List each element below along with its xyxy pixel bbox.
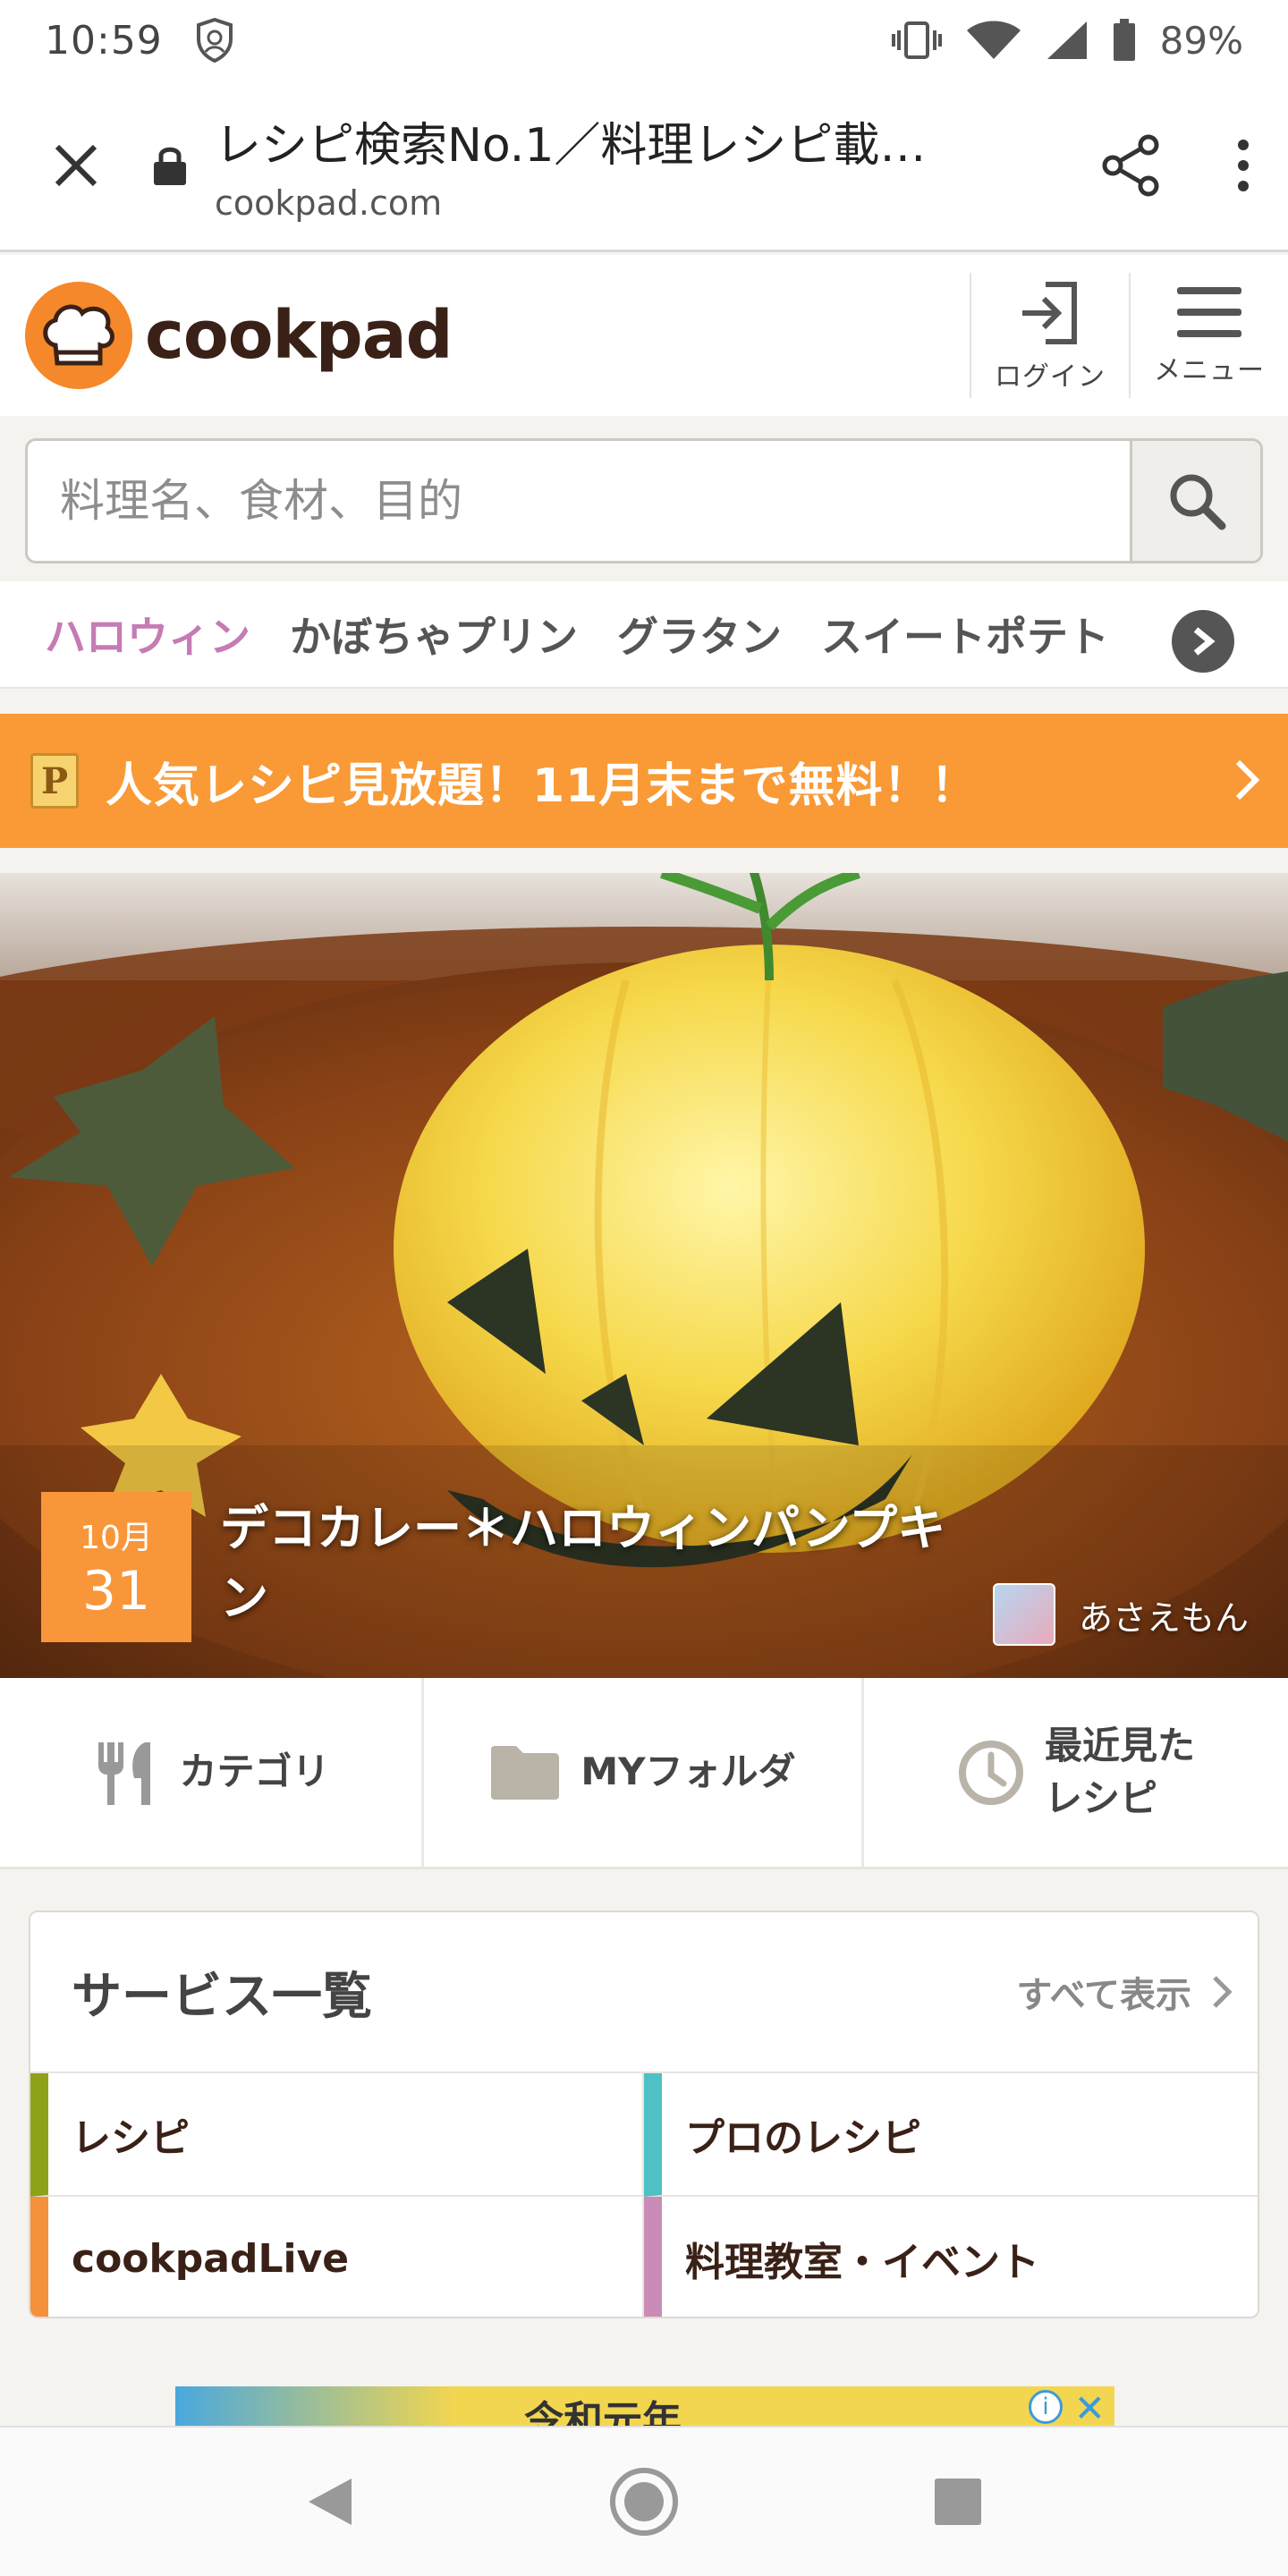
popular-keywords: ハロウィン かぼちゃプリン グラタン スイートポテト [0, 581, 1288, 689]
battery-percent: 89% [1159, 18, 1243, 63]
battery-icon [1113, 19, 1135, 61]
service-item-pro-recipe[interactable]: プロのレシピ [644, 2073, 1258, 2197]
search-button[interactable] [1130, 441, 1260, 561]
page-url: cookpad.com [215, 183, 443, 223]
date-day: 31 [81, 1560, 151, 1623]
search-bar [25, 438, 1263, 564]
more-options-button[interactable] [1199, 80, 1288, 251]
status-time: 10:59 [45, 17, 163, 64]
keyword-link[interactable]: スイートポテト [821, 605, 1109, 664]
service-label: cookpadLive [72, 2235, 350, 2282]
page-address[interactable]: レシピ検索No.1／料理レシピ載… cookpad.com [215, 107, 1064, 223]
service-label: レシピ [72, 2115, 190, 2161]
folder-icon [491, 1745, 560, 1800]
chevron-right-icon [1235, 759, 1260, 801]
services-title: サービス一覧 [72, 1967, 372, 2026]
services-panel: サービス一覧 すべて表示 レシピ プロのレシピ cookpadLive 料理教室… [29, 1911, 1259, 2318]
keywords-next-button[interactable] [1172, 610, 1234, 673]
logo-text: cookpad [145, 297, 453, 374]
avatar [992, 1583, 1055, 1646]
services-header: サービス一覧 すべて表示 [30, 1912, 1258, 2073]
fork-knife-icon [98, 1741, 151, 1805]
search-icon [1170, 474, 1225, 530]
chevron-right-icon [1193, 627, 1216, 656]
login-icon [1022, 282, 1077, 344]
search-input[interactable] [28, 441, 1130, 561]
wifi-icon [966, 21, 1021, 59]
vibrate-icon [891, 21, 942, 59]
share-button[interactable] [1064, 80, 1199, 251]
see-all-label: すべて表示 [1016, 1975, 1191, 2016]
ad-banner[interactable]: 令和元年 i ✕ [175, 2386, 1114, 2426]
service-label: 料理教室・イベント [685, 2240, 1039, 2285]
chef-hat-icon [25, 282, 132, 389]
ad-text: 令和元年 [524, 2398, 682, 2426]
my-folder-button[interactable]: MYフォルダ [424, 1678, 864, 1867]
service-label: プロのレシピ [685, 2115, 921, 2161]
ad-close-icon[interactable]: ✕ [1074, 2386, 1106, 2426]
back-icon[interactable] [305, 2475, 355, 2529]
recipe-author[interactable]: あさえもん [992, 1583, 1249, 1646]
featured-recipe[interactable]: 10月 31 デコカレー＊ハロウィンパンプキン あさえもん [0, 873, 1288, 1678]
recents-icon[interactable] [933, 2477, 983, 2527]
home-icon[interactable] [608, 2466, 680, 2538]
keyword-link[interactable]: ハロウィン [45, 605, 250, 664]
date-month: 10月 [80, 1520, 153, 1556]
premium-promo-banner[interactable]: P 人気レシピ見放題！11月末まで無料！！ [0, 714, 1288, 848]
author-name: あさえもん [1078, 1597, 1249, 1638]
menu-button[interactable]: メニュー [1129, 273, 1288, 398]
close-tab-button[interactable] [0, 80, 152, 251]
recent-label: 最近見た レシピ [1044, 1723, 1195, 1820]
browser-toolbar: レシピ検索No.1／料理レシピ載… cookpad.com [0, 80, 1288, 252]
quick-nav: カテゴリ MYフォルダ 最近見た レシピ [0, 1678, 1288, 1869]
hamburger-icon [1177, 287, 1241, 337]
page-title: レシピ検索No.1／料理レシピ載… [215, 119, 927, 173]
ad-info-icon[interactable]: i [1029, 2390, 1063, 2424]
signal-icon [1046, 21, 1087, 59]
chevron-right-icon [1213, 1976, 1233, 2008]
login-button[interactable]: ログイン [970, 273, 1129, 398]
promo-text: 人気レシピ見放題！11月末まで無料！！ [106, 758, 979, 813]
category-button[interactable]: カテゴリ [0, 1678, 424, 1867]
site-header: cookpad ログイン メニュー [0, 255, 1288, 416]
date-badge: 10月 31 [41, 1492, 191, 1642]
login-label: ログイン [995, 361, 1106, 393]
recipe-title[interactable]: デコカレー＊ハロウィンパンプキン [220, 1494, 953, 1634]
keyword-link[interactable]: かぼちゃプリン [290, 605, 578, 664]
cookpad-logo[interactable]: cookpad [25, 282, 453, 389]
category-label: カテゴリ [179, 1750, 330, 1794]
see-all-link[interactable]: すべて表示 [1016, 1966, 1233, 2018]
keyword-link[interactable]: グラタン [617, 605, 782, 664]
service-item-cooking-class[interactable]: 料理教室・イベント [644, 2197, 1258, 2317]
share-icon [1102, 134, 1159, 196]
status-bar: 10:59 89% [0, 0, 1288, 80]
service-item-recipe[interactable]: レシピ [30, 2073, 644, 2197]
system-navigation-bar [0, 2426, 1288, 2576]
my-folder-label: MYフォルダ [580, 1750, 796, 1794]
shield-icon [196, 18, 233, 63]
more-vert-icon [1238, 139, 1249, 191]
clock-icon [958, 1740, 1023, 1805]
lock-icon [154, 147, 186, 185]
menu-label: メニュー [1154, 355, 1265, 386]
premium-badge-icon: P [30, 753, 79, 809]
service-item-cookpad-live[interactable]: cookpadLive [30, 2197, 644, 2317]
close-icon [55, 144, 97, 186]
recent-recipes-button[interactable]: 最近見た レシピ [864, 1678, 1288, 1867]
